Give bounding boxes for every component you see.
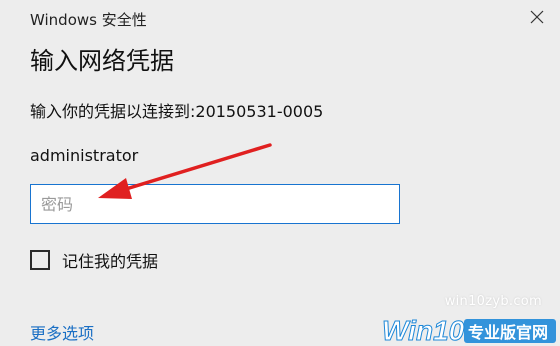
svg-text:Win10: Win10 xyxy=(382,315,465,346)
close-icon xyxy=(530,10,544,24)
window-title: Windows 安全性 xyxy=(30,11,147,29)
remember-credentials-checkbox[interactable] xyxy=(30,250,50,270)
remember-credentials-label: 记住我的凭据 xyxy=(62,252,159,271)
watermark-logo: Win10 专业版官网 xyxy=(380,312,560,346)
watermark-url: win10zyb.com xyxy=(444,294,542,309)
svg-text:专业版官网: 专业版官网 xyxy=(468,323,548,342)
dialog-heading: 输入网络凭据 xyxy=(30,47,174,75)
password-field[interactable] xyxy=(30,184,400,224)
close-button[interactable] xyxy=(514,0,560,34)
connect-target-text: 输入你的凭据以连接到:20150531-0005 xyxy=(30,102,324,121)
remember-credentials-option[interactable]: 记住我的凭据 xyxy=(30,248,158,272)
username-label: administrator xyxy=(30,146,139,165)
more-options-link[interactable]: 更多选项 xyxy=(30,320,94,344)
